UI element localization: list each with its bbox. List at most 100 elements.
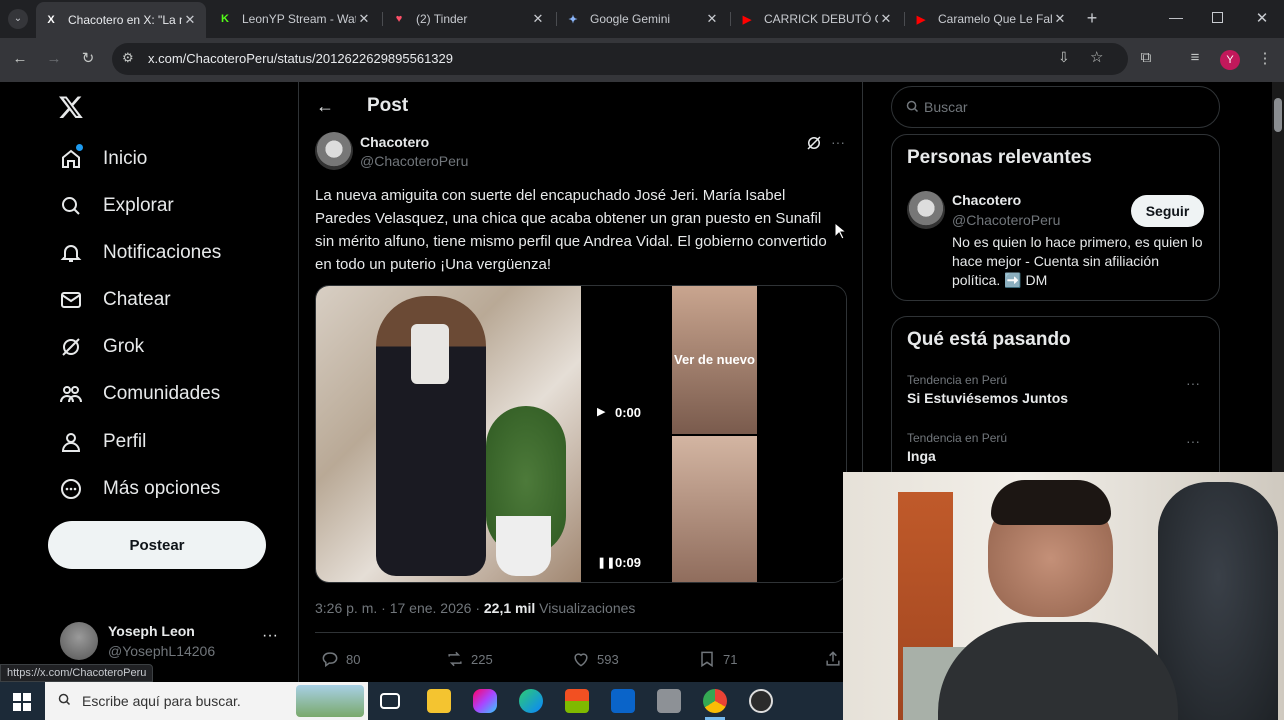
- views-label: Visualizaciones: [535, 600, 636, 616]
- tab-caramelo[interactable]: ▶ Caramelo Que Le Falt ✕: [906, 4, 1076, 34]
- play-icon[interactable]: ▶: [597, 405, 605, 418]
- nav-communities[interactable]: Comunidades: [58, 374, 220, 414]
- browser-menu-icon[interactable]: ⋮: [1254, 49, 1276, 67]
- nav-more-options[interactable]: Más opciones: [58, 469, 220, 509]
- repost-button[interactable]: 225: [445, 649, 493, 669]
- author-handle[interactable]: @ChacoteroPeru: [360, 153, 468, 169]
- x-logo-icon[interactable]: [58, 94, 86, 122]
- bookmark-icon: [701, 651, 713, 668]
- reload-icon[interactable]: ↻: [77, 49, 99, 67]
- more-dots-icon[interactable]: ···: [831, 134, 845, 150]
- reply-count: 80: [346, 651, 361, 667]
- restore-icon[interactable]: [1212, 12, 1223, 23]
- like-button[interactable]: 593: [571, 649, 619, 669]
- media-controls-icon[interactable]: ≡: [1184, 49, 1206, 66]
- browser-toolbar: ← → ↻ ⚙ x.com/ChacoteroPeru/status/20126…: [0, 38, 1284, 82]
- search-input[interactable]: Buscar: [891, 86, 1220, 128]
- youtube-logo-icon: ▶: [742, 13, 752, 26]
- avatar[interactable]: [907, 191, 945, 229]
- chrome-icon[interactable]: [703, 689, 727, 713]
- extensions-icon[interactable]: ⧉: [1135, 49, 1157, 66]
- trend-item[interactable]: Tendencia en Perú Si Estuviésemos Juntos…: [892, 369, 1221, 425]
- close-icon[interactable]: ✕: [878, 11, 894, 27]
- nav-notifications[interactable]: Notificaciones: [58, 233, 221, 273]
- follow-button[interactable]: Seguir: [1131, 195, 1204, 227]
- account-switcher[interactable]: Yoseph Leon @YosephL14206 ···: [58, 619, 288, 663]
- tab-chacotero[interactable]: X Chacotero en X: "La n ✕: [36, 2, 206, 38]
- reply-button[interactable]: 80: [320, 649, 360, 669]
- taskbar-search-input[interactable]: Escribe aquí para buscar.: [45, 682, 368, 720]
- scrollbar-thumb[interactable]: [1274, 98, 1282, 132]
- tab-tinder[interactable]: ♥ (2) Tinder ✕: [384, 4, 554, 34]
- tab-search-button[interactable]: ⌄: [8, 9, 28, 29]
- install-app-icon[interactable]: ⇩: [1058, 49, 1070, 66]
- relevant-people-card: Personas relevantes Chacotero @Chacotero…: [891, 134, 1220, 301]
- new-tab-button[interactable]: +: [1082, 8, 1102, 28]
- tab-title: Chacotero en X: "La n: [68, 13, 182, 27]
- nav-chat[interactable]: Chatear: [58, 280, 171, 320]
- copilot-icon[interactable]: [473, 689, 497, 713]
- app-icon[interactable]: [657, 689, 681, 713]
- minimize-icon[interactable]: —: [1168, 9, 1184, 25]
- mail-icon: [58, 287, 84, 313]
- edge-icon[interactable]: [519, 689, 543, 713]
- reply-icon: [322, 652, 338, 668]
- post-button[interactable]: Postear: [48, 521, 266, 569]
- nav-label: Explorar: [103, 195, 174, 216]
- media-video[interactable]: Ver de nuevo ▶ 0:00 ❚❚ 0:09: [581, 286, 846, 582]
- close-icon[interactable]: ✕: [182, 12, 198, 28]
- windows-taskbar: Escribe aquí para buscar.: [0, 682, 843, 720]
- people-icon: [58, 381, 84, 407]
- tab-leonyp-stream[interactable]: K LeonYP Stream - Wat ✕: [210, 4, 380, 34]
- nav-label: Inicio: [103, 148, 148, 169]
- outlook-icon[interactable]: [611, 689, 635, 713]
- pause-icon[interactable]: ❚❚: [597, 556, 615, 569]
- tab-title: Caramelo Que Le Falt: [938, 12, 1052, 26]
- person-icon: [58, 429, 84, 455]
- bookmark-star-icon[interactable]: ☆: [1090, 48, 1103, 66]
- store-icon[interactable]: [565, 689, 589, 713]
- close-icon[interactable]: ✕: [356, 11, 372, 27]
- grok-icon[interactable]: [805, 134, 823, 157]
- tab-carrick[interactable]: ▶ CARRICK DEBUTÓ CO ✕: [732, 4, 902, 34]
- more-dots-icon[interactable]: ···: [262, 627, 278, 645]
- file-explorer-icon[interactable]: [427, 689, 451, 713]
- nav-home[interactable]: Inicio: [58, 139, 147, 179]
- forward-arrow-icon[interactable]: →: [43, 50, 65, 67]
- relevant-name[interactable]: Chacotero: [952, 192, 1021, 208]
- tab-google-gemini[interactable]: ✦ Google Gemini ✕: [558, 4, 728, 34]
- post-timestamp[interactable]: 3:26 p. m. · 17 ene. 2026 ·: [315, 600, 484, 616]
- author-name[interactable]: Chacotero: [360, 134, 429, 150]
- close-icon[interactable]: ✕: [1052, 11, 1068, 27]
- card-title: Qué está pasando: [907, 329, 1071, 350]
- author-avatar[interactable]: [315, 132, 353, 170]
- nav-label: Notificaciones: [103, 242, 222, 263]
- task-view-icon[interactable]: [380, 693, 400, 709]
- back-arrow-icon[interactable]: ←: [316, 96, 334, 117]
- close-icon[interactable]: ✕: [530, 11, 546, 27]
- media-photo[interactable]: [316, 286, 581, 582]
- profile-avatar[interactable]: Y: [1220, 50, 1240, 70]
- post-media[interactable]: Ver de nuevo ▶ 0:00 ❚❚ 0:09: [315, 285, 847, 583]
- more-dots-icon[interactable]: ···: [1186, 375, 1200, 391]
- mouse-cursor: [834, 221, 848, 245]
- post-text: La nueva amiguita con suerte del encapuc…: [315, 187, 827, 273]
- relevant-handle[interactable]: @ChacoteroPeru: [952, 212, 1060, 228]
- close-icon[interactable]: ✕: [704, 11, 720, 27]
- site-info-icon[interactable]: ⚙: [122, 50, 134, 66]
- bookmark-button[interactable]: 71: [697, 649, 737, 669]
- more-dots-icon[interactable]: ···: [1186, 433, 1200, 449]
- back-arrow-icon[interactable]: ←: [9, 50, 31, 67]
- replay-button[interactable]: Ver de nuevo: [665, 349, 764, 371]
- address-bar[interactable]: ⚙ x.com/ChacoteroPeru/status/20126226298…: [112, 43, 1128, 75]
- windows-start-icon[interactable]: [13, 693, 31, 711]
- search-icon: [905, 99, 920, 119]
- nav-grok[interactable]: Grok: [58, 327, 144, 367]
- relevant-bio: No es quien lo hace primero, es quien lo…: [952, 234, 1203, 288]
- close-window-icon[interactable]: ✕: [1254, 9, 1270, 27]
- search-highlight-image: [296, 685, 364, 717]
- obs-icon[interactable]: [749, 689, 773, 713]
- nav-profile[interactable]: Perfil: [58, 422, 146, 462]
- left-navigation: Inicio Explorar Notificaciones Chatear G…: [0, 82, 298, 682]
- nav-explore[interactable]: Explorar: [58, 186, 174, 226]
